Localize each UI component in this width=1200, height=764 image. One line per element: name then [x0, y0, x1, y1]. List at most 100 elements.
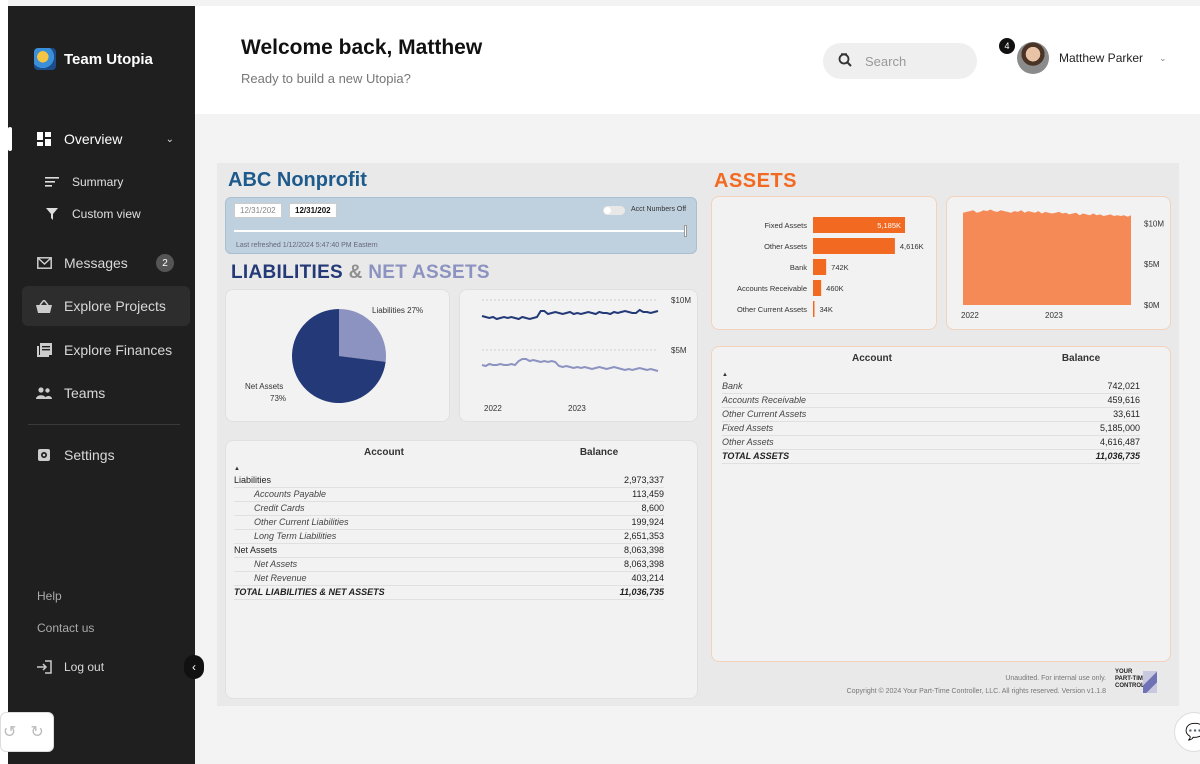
date-end-input[interactable]: 12/31/202 — [289, 203, 337, 218]
y-tick-label: $10M — [671, 296, 691, 305]
area-series[interactable] — [963, 209, 1131, 306]
table-row[interactable]: Other Assets 4,616,487 — [722, 435, 1140, 450]
nav-custom-view[interactable]: Custom view — [44, 206, 141, 222]
nav-messages[interactable]: Messages 2 — [22, 243, 190, 283]
logout-label: Log out — [64, 660, 105, 674]
table-row[interactable]: Bank 742,021 — [722, 379, 1140, 394]
chevron-down-icon[interactable]: ⌄ — [166, 134, 174, 145]
balance-cell: 459,616 — [1022, 393, 1140, 408]
basket-icon — [36, 298, 52, 314]
nav-teams-label: Teams — [64, 385, 106, 401]
notification-badge[interactable]: 4 — [999, 38, 1015, 54]
balance-cell: 11,036,735 — [1022, 449, 1140, 464]
bar[interactable] — [813, 280, 822, 296]
bar-value-label: 5,185K — [877, 221, 901, 230]
table-row[interactable]: Net Assets 8,063,398 — [234, 543, 664, 558]
book-icon — [36, 342, 52, 358]
sidebar-divider — [28, 424, 180, 425]
assets-area-chart[interactable]: $10M $5M $0M 2022 2023 — [947, 197, 1172, 331]
date-filter-panel: 12/31/202 12/31/202 Acct Numbers Off Las… — [225, 197, 697, 254]
sidebar: Team Utopia Overview ⌄ Summary Custom vi… — [8, 6, 195, 764]
help-link[interactable]: Help — [37, 589, 62, 603]
table-row[interactable]: Other Current Liabilities 199,924 — [234, 515, 664, 530]
table-row[interactable]: Net Assets 8,063,398 — [234, 557, 664, 572]
avatar[interactable]: 4 — [999, 38, 1049, 74]
table-header-account[interactable]: Account — [234, 447, 534, 462]
date-slider[interactable] — [234, 230, 686, 232]
table-row[interactable]: Accounts Payable 113,459 — [234, 487, 664, 502]
table-row[interactable]: Fixed Assets 5,185,000 — [722, 421, 1140, 436]
table-row[interactable]: TOTAL LIABILITIES & NET ASSETS 11,036,735 — [234, 585, 664, 600]
header: Welcome back, Matthew Ready to build a n… — [195, 6, 1200, 114]
bar[interactable] — [813, 301, 815, 317]
account-cell: Long Term Liabilities — [234, 529, 534, 544]
pie-label-net-assets-pct: 73% — [270, 394, 286, 403]
assets-bar-chart[interactable]: Fixed Assets 5,185K Other Assets 4,616K Bank… — [712, 197, 938, 331]
nav-teams[interactable]: Teams — [22, 373, 190, 413]
series-line-0[interactable] — [481, 308, 659, 321]
balance-cell: 8,063,398 — [534, 543, 664, 558]
people-icon — [36, 385, 52, 401]
contact-link[interactable]: Contact us — [37, 621, 94, 635]
balance-cell: 5,185,000 — [1022, 421, 1140, 436]
table-row[interactable]: Accounts Receivable 459,616 — [722, 393, 1140, 408]
line-chart[interactable]: $10M $5M 2022 2023 — [460, 290, 699, 423]
table-row[interactable]: Long Term Liabilities 2,651,353 — [234, 529, 664, 544]
chat-button[interactable]: 💬 — [1174, 712, 1200, 752]
balance-cell: 8,600 — [534, 501, 664, 516]
table-row[interactable]: Credit Cards 8,600 — [234, 501, 664, 516]
sort-arrow-icon[interactable]: ▲ — [722, 372, 728, 378]
bar-category-label: Other Current Assets — [737, 305, 807, 314]
date-start-input[interactable]: 12/31/202 — [234, 203, 282, 218]
account-cell: Bank — [722, 379, 1022, 394]
search-icon — [837, 52, 853, 71]
balance-cell: 33,611 — [1022, 407, 1140, 422]
brand[interactable]: Team Utopia — [34, 48, 153, 70]
undo-icon[interactable]: ↺ — [3, 722, 16, 742]
bar-value-label: 742K — [831, 263, 849, 272]
assets-bar-card: Fixed Assets 5,185K Other Assets 4,616K Bank… — [711, 196, 937, 330]
collapse-sidebar-button[interactable]: ‹ — [184, 655, 204, 679]
footnote-copyright: Copyright © 2024 Your Part-Time Controll… — [846, 688, 1106, 695]
nav-explore-finances[interactable]: Explore Finances — [22, 330, 190, 370]
table-row[interactable]: Other Current Assets 33,611 — [722, 407, 1140, 422]
series-line-1[interactable] — [481, 358, 659, 372]
pie-chart[interactable]: Liabilities 27% Net Assets 73% — [226, 290, 451, 423]
window-edge — [0, 0, 8, 764]
bar[interactable] — [813, 238, 895, 254]
table-row[interactable]: TOTAL ASSETS 11,036,735 — [722, 449, 1140, 464]
acct-numbers-toggle[interactable] — [603, 206, 625, 215]
assets-table: Account Balance ▲ Bank 742,021 Accounts Re… — [722, 353, 1140, 464]
bar[interactable] — [813, 259, 827, 275]
brand-name: Team Utopia — [64, 50, 153, 68]
nav-explore-projects[interactable]: Explore Projects — [22, 286, 190, 326]
user-menu[interactable]: 4 Matthew Parker ⌄ — [999, 38, 1167, 74]
nav-settings-label: Settings — [64, 447, 115, 463]
acct-numbers-label: Acct Numbers Off — [631, 206, 687, 213]
nav-settings[interactable]: Settings — [22, 435, 190, 475]
table-header-balance[interactable]: Balance — [534, 447, 664, 462]
balance-cell: 11,036,735 — [534, 585, 664, 600]
liabilities-title-part2: NET ASSETS — [368, 262, 490, 283]
table-row[interactable]: Net Revenue 403,214 — [234, 571, 664, 586]
x-tick-label: 2022 — [484, 404, 502, 413]
liabilities-table-card: Account Balance ▲ Liabilities 2,973,337 Ac… — [225, 440, 698, 699]
nav-overview[interactable]: Overview ⌄ — [22, 119, 190, 159]
nav-explore-projects-label: Explore Projects — [64, 298, 166, 314]
search-input[interactable]: Search — [823, 43, 977, 79]
date-slider-handle[interactable] — [684, 225, 687, 237]
y-tick-label: $5M — [1144, 260, 1160, 269]
table-header-account[interactable]: Account — [722, 353, 1022, 368]
sort-arrow-icon[interactable]: ▲ — [234, 466, 240, 472]
table-row[interactable]: Liabilities 2,973,337 — [234, 473, 664, 488]
pie-slice-liabilities[interactable] — [339, 309, 386, 362]
logout-button[interactable]: Log out — [22, 647, 190, 687]
messages-count-badge: 2 — [156, 254, 174, 272]
finance-dashboard: ABC Nonprofit ASSETS 12/31/202 12/31/202… — [217, 163, 1179, 706]
nav-summary[interactable]: Summary — [44, 174, 123, 190]
chevron-down-icon[interactable]: ⌄ — [1159, 53, 1167, 64]
redo-icon[interactable]: ↻ — [30, 722, 43, 742]
bar-value-label: 4,616K — [900, 242, 924, 251]
x-tick-label: 2023 — [1045, 311, 1063, 320]
table-header-balance[interactable]: Balance — [1022, 353, 1140, 368]
